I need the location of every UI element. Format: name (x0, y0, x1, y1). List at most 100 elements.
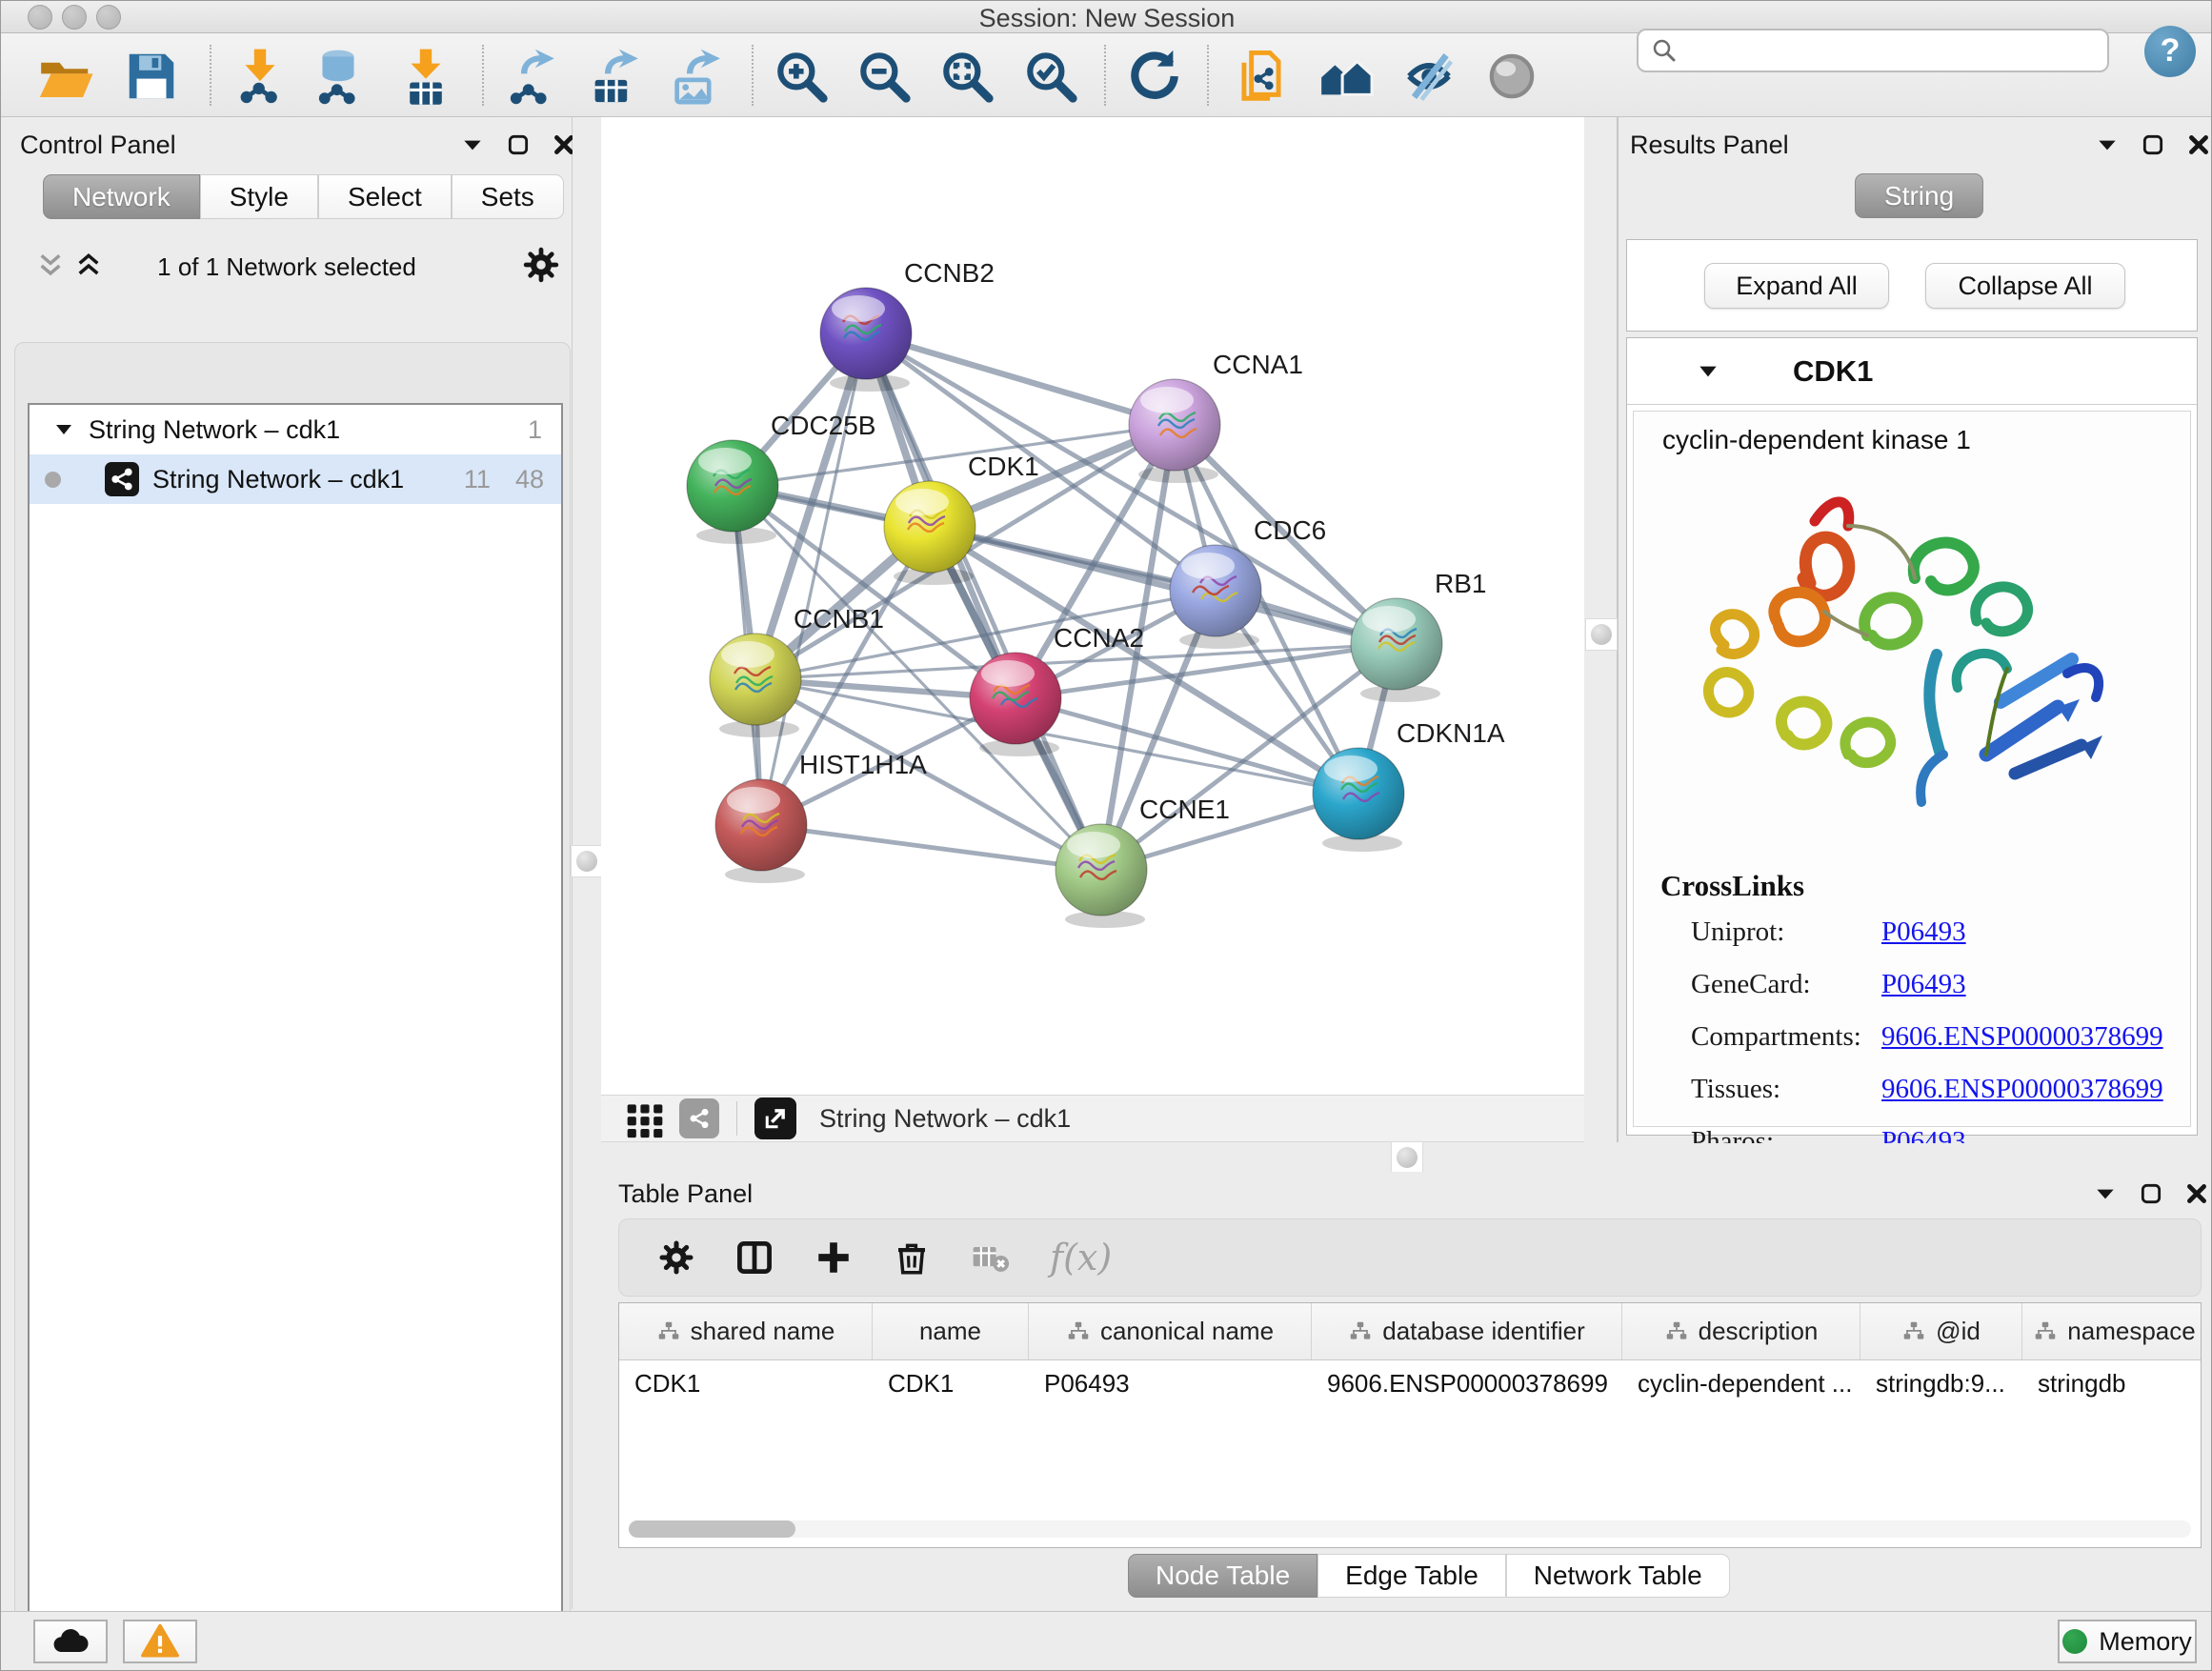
import-network-database-icon[interactable] (309, 47, 368, 106)
toggle-graphics-details-icon[interactable] (1399, 47, 1458, 106)
function-builder-icon[interactable]: f(x) (1050, 1237, 1112, 1278)
string-view-icon[interactable] (679, 1098, 719, 1138)
grid-view-icon[interactable] (624, 1097, 666, 1139)
tab-edge-table[interactable]: Edge Table (1317, 1554, 1506, 1598)
crosslinks-list: Uniprot:P06493GeneCard:P06493Compartment… (1691, 916, 2177, 1178)
help-button[interactable]: ? (2144, 26, 2196, 77)
scrollbar-thumb[interactable] (629, 1520, 795, 1538)
table-cell[interactable]: stringdb (2022, 1369, 2202, 1399)
expand-all-button[interactable]: Expand All (1704, 263, 1889, 309)
left-splitter-handle[interactable] (571, 845, 603, 877)
delete-table-icon[interactable] (970, 1237, 1012, 1278)
table-cell[interactable]: 9606.ENSP00000378699 (1312, 1369, 1622, 1399)
zoom-selected-icon[interactable] (1021, 47, 1080, 106)
results-panel-menu-icon[interactable] (2095, 132, 2120, 157)
network-node-cdkn1a[interactable] (1313, 748, 1404, 852)
warnings-button[interactable] (123, 1620, 197, 1663)
detach-view-icon[interactable] (754, 1097, 796, 1139)
column-header-@id[interactable]: @id (1860, 1303, 2022, 1359)
network-node-ccna1[interactable] (1129, 379, 1220, 483)
node-count: 11 (464, 465, 491, 494)
column-header-description[interactable]: description (1622, 1303, 1860, 1359)
zoom-in-icon[interactable] (772, 47, 831, 106)
network-node-ccnb2[interactable] (820, 288, 912, 392)
horizontal-splitter[interactable] (601, 1143, 2212, 1172)
network-node-ccne1[interactable] (1056, 824, 1147, 928)
node-label-ccnb2: CCNB2 (904, 258, 995, 288)
network-node-ccna2[interactable] (970, 653, 1061, 756)
network-node-hist1h1a[interactable] (715, 779, 807, 883)
network-column-icon (656, 1319, 681, 1344)
save-session-icon[interactable] (122, 47, 181, 106)
birds-eye-view-icon[interactable] (1482, 47, 1541, 106)
crosslink-link[interactable]: P06493 (1881, 969, 1966, 1000)
open-file-icon[interactable] (36, 47, 95, 106)
column-header-shared-name[interactable]: shared name (619, 1303, 873, 1359)
results-panel-close-icon[interactable] (2186, 132, 2211, 157)
refresh-view-icon[interactable] (1125, 47, 1184, 106)
column-header-canonical-name[interactable]: canonical name (1029, 1303, 1312, 1359)
tab-sets[interactable]: Sets (452, 174, 564, 219)
memory-button[interactable]: Memory (2058, 1620, 2197, 1663)
node-label-ccnb1: CCNB1 (794, 604, 884, 634)
table-cell[interactable]: cyclin-dependent ... (1622, 1369, 1860, 1399)
collapse-all-button[interactable]: Collapse All (1925, 263, 2125, 309)
export-table-icon[interactable] (584, 47, 643, 106)
string-home-icon[interactable] (1317, 47, 1376, 106)
table-row[interactable]: CDK1CDK1P064939606.ENSP00000378699cyclin… (619, 1360, 2201, 1406)
add-column-plus-icon[interactable] (814, 1238, 854, 1278)
table-settings-gear-icon[interactable] (657, 1238, 695, 1277)
tab-style[interactable]: Style (200, 174, 318, 219)
network-node-ccnb1[interactable] (710, 634, 801, 737)
crosslink-link[interactable]: P06493 (1881, 916, 1966, 948)
export-network-icon[interactable] (500, 47, 559, 106)
tree-collapse-icon[interactable] (52, 418, 75, 441)
network-edge[interactable] (866, 333, 1101, 870)
network-options-gear-icon[interactable] (523, 247, 559, 283)
zoom-out-icon[interactable] (855, 47, 914, 106)
tab-select[interactable]: Select (318, 174, 452, 219)
export-image-icon[interactable] (666, 47, 725, 106)
network-tree-row-selected[interactable]: String Network – cdk1 11 48 (30, 454, 561, 504)
table-panel-close-icon[interactable] (2184, 1181, 2209, 1206)
tab-node-table[interactable]: Node Table (1128, 1554, 1317, 1598)
control-panel-float-icon[interactable] (506, 132, 531, 157)
select-columns-icon[interactable] (734, 1237, 775, 1278)
tab-network-table[interactable]: Network Table (1506, 1554, 1730, 1598)
table-panel-menu-icon[interactable] (2093, 1181, 2118, 1206)
network-node-rb1[interactable] (1351, 598, 1442, 702)
left-splitter[interactable] (573, 117, 601, 1142)
cloud-status-button[interactable] (33, 1620, 108, 1663)
delete-column-trash-icon[interactable] (892, 1238, 932, 1278)
right-splitter[interactable] (1584, 117, 1619, 1142)
table-horizontal-scrollbar[interactable] (629, 1520, 2191, 1538)
network-view-canvas[interactable]: CCNB2CCNA1CDC25BCDK1CDC6RB1CCNB1CCNA2CDK… (601, 117, 1584, 1095)
search-input[interactable] (1686, 32, 2096, 69)
table-panel-float-icon[interactable] (2139, 1181, 2163, 1206)
table-cell[interactable]: P06493 (1029, 1369, 1312, 1399)
results-panel: Results Panel String Expand All Collapse… (1619, 117, 2212, 1143)
tab-string[interactable]: String (1855, 173, 1983, 218)
table-cell[interactable]: CDK1 (619, 1369, 873, 1399)
crosslink-link[interactable]: 9606.ENSP00000378699 (1881, 1074, 2163, 1105)
crosslink-link[interactable]: 9606.ENSP00000378699 (1881, 1021, 2163, 1053)
import-network-file-icon[interactable] (231, 47, 290, 106)
network-node-cdc25b[interactable] (687, 440, 778, 544)
network-tree-root-row[interactable]: String Network – cdk1 1 (30, 405, 561, 454)
zoom-fit-icon[interactable] (937, 47, 996, 106)
table-cell[interactable]: stringdb:9... (1860, 1369, 2022, 1399)
control-panel-menu-icon[interactable] (460, 132, 485, 157)
column-header-database-identifier[interactable]: database identifier (1312, 1303, 1622, 1359)
column-header-name[interactable]: name (873, 1303, 1029, 1359)
network-edge[interactable] (866, 333, 1175, 425)
results-panel-float-icon[interactable] (2141, 132, 2165, 157)
column-header-namespace[interactable]: namespace (2022, 1303, 2202, 1359)
tab-network[interactable]: Network (43, 174, 200, 219)
table-cell[interactable]: CDK1 (873, 1369, 1029, 1399)
right-splitter-handle[interactable] (1585, 618, 1618, 651)
share-document-icon[interactable] (1232, 47, 1291, 106)
horizontal-splitter-handle[interactable] (1391, 1141, 1423, 1174)
import-table-file-icon[interactable] (396, 47, 455, 106)
protein-collapse-icon[interactable] (1696, 359, 1720, 384)
network-edge[interactable] (761, 825, 1101, 870)
